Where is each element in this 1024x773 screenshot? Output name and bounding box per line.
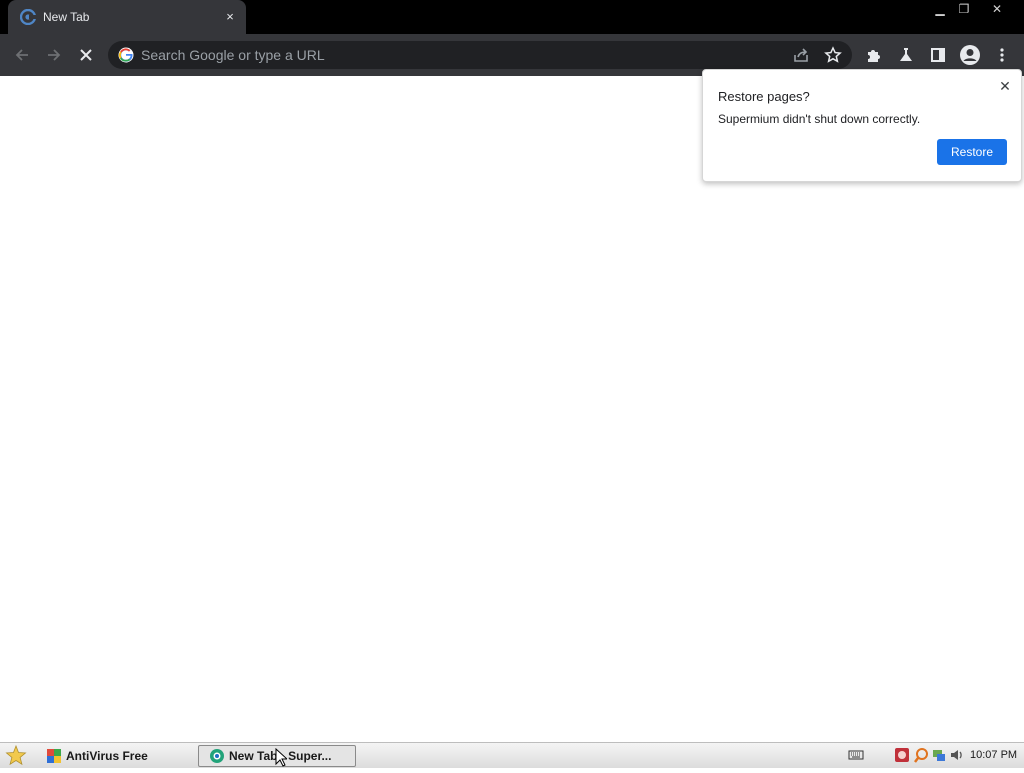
- back-arrow-icon: [15, 49, 28, 61]
- menu-button[interactable]: [988, 41, 1016, 69]
- window-close-button[interactable]: ✕: [986, 0, 1008, 18]
- profile-button[interactable]: [956, 41, 984, 69]
- search-tray-icon[interactable]: [913, 747, 929, 763]
- omnibox-placeholder[interactable]: Search Google or type a URL: [141, 47, 325, 63]
- side-panel-button[interactable]: [924, 41, 952, 69]
- security-tray-icon[interactable]: [894, 747, 910, 763]
- tab-new-tab[interactable]: New Tab ×: [8, 0, 246, 34]
- title-bar: New Tab × ▁ ❐ ✕: [0, 0, 1024, 34]
- start-button[interactable]: [3, 744, 29, 768]
- restore-button[interactable]: Restore: [937, 139, 1007, 165]
- network-tray-icon[interactable]: [931, 747, 947, 763]
- bookmark-star-icon[interactable]: [824, 46, 842, 64]
- restore-pages-dialog: Restore pages? Supermium didn't shut dow…: [702, 69, 1022, 182]
- volume-tray-icon[interactable]: [949, 747, 965, 763]
- puzzle-icon: [868, 50, 880, 62]
- flask-icon: [900, 48, 912, 61]
- side-panel-icon: [931, 48, 945, 62]
- share-icon[interactable]: [792, 46, 810, 64]
- avatar-icon: [960, 45, 980, 65]
- tab-title: New Tab: [43, 10, 90, 24]
- dialog-message: Supermium didn't shut down correctly.: [718, 112, 921, 126]
- google-g-icon: [117, 46, 135, 64]
- stop-loading-button[interactable]: [72, 41, 100, 69]
- clock: 10:07 PM: [970, 749, 1018, 761]
- mouse-cursor-icon: [275, 748, 287, 767]
- address-bar[interactable]: Search Google or type a URL: [108, 41, 852, 69]
- dialog-title: Restore pages?: [718, 89, 810, 104]
- supermium-icon: [19, 8, 37, 26]
- tab-close-icon[interactable]: ×: [222, 9, 238, 25]
- supermium-icon: [209, 748, 225, 764]
- minimize-button[interactable]: ▁: [929, 0, 951, 18]
- taskbar: AntiVirus Free New Tab - Super... 10:07 …: [0, 742, 1024, 768]
- dialog-close-icon[interactable]: ✕: [997, 78, 1013, 94]
- taskbar-item-antivirus[interactable]: AntiVirus Free: [46, 745, 196, 767]
- kebab-menu-icon: [1000, 48, 1004, 62]
- labs-button[interactable]: [892, 41, 920, 69]
- back-button[interactable]: [8, 41, 36, 69]
- antivirus-icon: [46, 748, 62, 764]
- start-star-icon: [5, 744, 27, 766]
- taskbar-item-label: AntiVirus Free: [66, 749, 148, 763]
- extensions-button[interactable]: [860, 41, 888, 69]
- stop-x-icon: [80, 49, 92, 61]
- forward-button[interactable]: [40, 41, 68, 69]
- forward-arrow-icon: [48, 49, 61, 61]
- restore-button[interactable]: ❐: [953, 0, 975, 18]
- keyboard-icon[interactable]: [848, 747, 864, 763]
